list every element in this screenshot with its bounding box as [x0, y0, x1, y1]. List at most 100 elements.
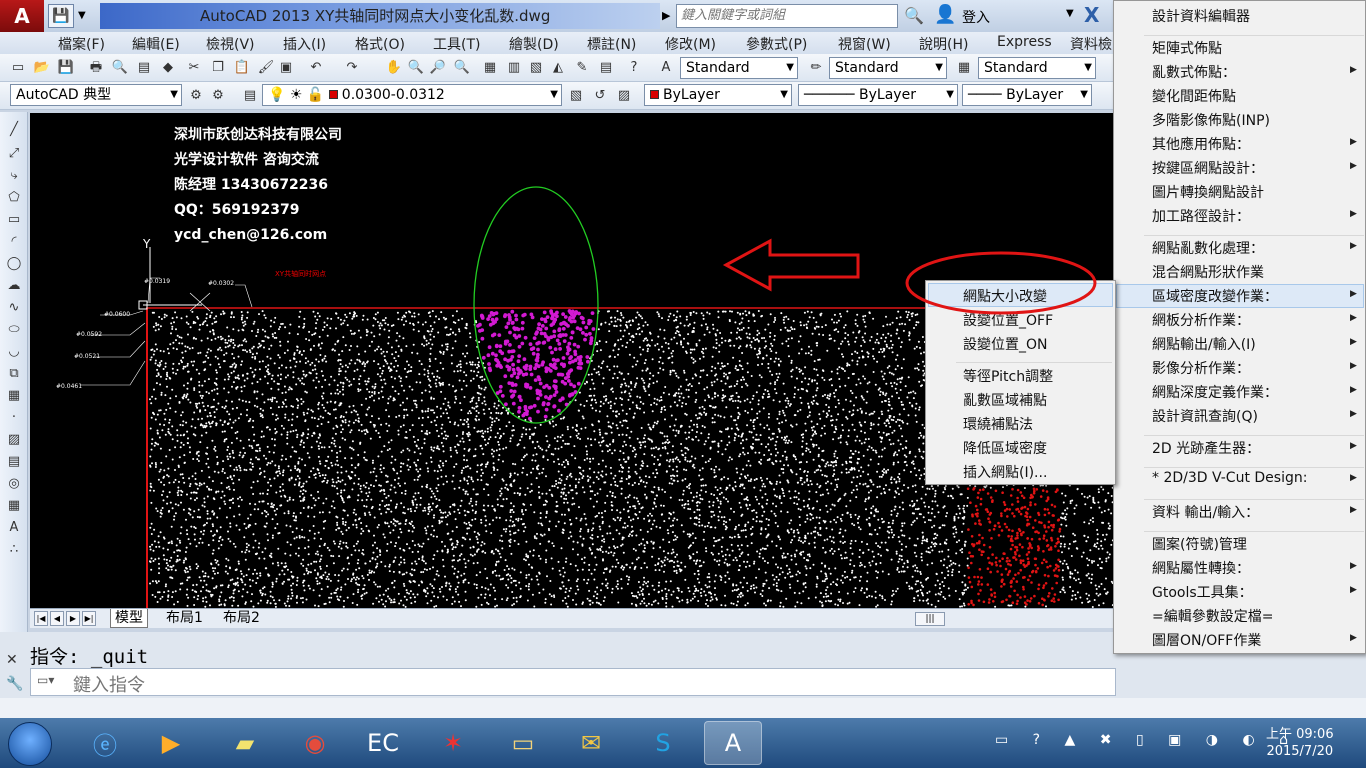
copy-icon[interactable]: ❐ [208, 59, 228, 77]
rectangle-icon[interactable]: ▭ [4, 212, 24, 230]
layer-select[interactable]: 💡 ☀ 🔓 0.0300-0.0312 ▼ [262, 84, 562, 106]
white-dot [899, 316, 902, 319]
menu-file[interactable]: 檔案(F) [58, 34, 105, 54]
color-select[interactable]: ByLayer ▼ [644, 84, 792, 106]
menu-draw[interactable]: 繪製(D) [509, 34, 559, 54]
workspace-settings-icon[interactable]: ⚙ [186, 87, 206, 105]
help-icon[interactable]: ? [624, 59, 644, 77]
layer-previous-icon[interactable]: ↺ [590, 87, 610, 105]
quick-access-save-button[interactable]: 💾 [48, 4, 74, 28]
white-dot [334, 343, 337, 346]
paste-icon[interactable]: 📋 [232, 59, 252, 77]
white-dot [681, 599, 684, 602]
3d-dwf-icon[interactable]: ◆ [158, 59, 178, 77]
design-center-icon[interactable]: ▥ [504, 59, 524, 77]
point-icon[interactable]: · [4, 410, 24, 428]
dim-style-select[interactable]: Standard ▼ [829, 57, 947, 79]
white-dot [300, 434, 303, 437]
menu-parametric[interactable]: 參數式(P) [746, 34, 807, 54]
spline-icon[interactable]: ∿ [4, 300, 24, 318]
title-expand-arrow-icon[interactable]: ▶ [662, 5, 676, 27]
save-icon[interactable]: 💾 [56, 59, 76, 77]
zoom-previous-icon[interactable]: 🔍 [452, 59, 472, 77]
menu-tools[interactable]: 工具(T) [433, 34, 480, 54]
menu-data[interactable]: 資料檢 [1070, 34, 1112, 54]
white-dot [389, 488, 392, 491]
match-properties-icon[interactable]: 🖌 [256, 59, 276, 77]
undo-icon[interactable]: ↶ [306, 59, 326, 77]
menu-window[interactable]: 視窗(W) [838, 34, 891, 54]
white-dot [763, 560, 766, 563]
polygon-icon[interactable]: ⬠ [4, 190, 24, 208]
table-style-select[interactable]: Standard ▼ [978, 57, 1096, 79]
menu-help[interactable]: 說明(H) [919, 34, 968, 54]
login-label[interactable]: 登入 [962, 7, 990, 27]
line-icon[interactable]: ╱ [4, 122, 24, 140]
help-search-input[interactable]: 鍵入關鍵字或詞組 [676, 4, 898, 28]
white-dot [679, 385, 682, 388]
layer-properties-icon[interactable]: ▤ [240, 87, 260, 105]
print-icon[interactable]: 🖶 [86, 59, 106, 77]
white-dot [157, 580, 160, 583]
publish-icon[interactable]: ▤ [134, 59, 154, 77]
white-dot [874, 590, 877, 593]
user-icon[interactable]: 👤 [934, 4, 956, 25]
table-icon[interactable]: ▦ [4, 498, 24, 516]
zoom-realtime-icon[interactable]: 🔍 [406, 59, 426, 77]
sheet-set-icon[interactable]: ◭ [548, 59, 568, 77]
tool-palettes-icon[interactable]: ▧ [526, 59, 546, 77]
zoom-window-icon[interactable]: 🔎 [428, 59, 448, 77]
login-dropdown-icon[interactable]: ▼ [1066, 8, 1074, 19]
layer-match-icon[interactable]: ▨ [614, 87, 634, 105]
text-style-icon[interactable]: A [656, 59, 676, 77]
make-current-layer-icon[interactable]: ▧ [566, 87, 586, 105]
polyline-icon[interactable]: ⤷ [4, 168, 24, 186]
dim-style-icon[interactable]: ✏ [806, 59, 826, 77]
menu-edit[interactable]: 編輯(E) [132, 34, 180, 54]
redo-icon[interactable]: ↷ [342, 59, 362, 77]
binoculars-search-icon[interactable]: 🔍 [904, 6, 924, 25]
menu-format[interactable]: 格式(O) [355, 34, 405, 54]
make-block-icon[interactable]: ▦ [4, 388, 24, 406]
white-dot [804, 565, 807, 568]
add-selected-icon[interactable]: ∴ [4, 542, 24, 560]
calculator-icon[interactable]: ▤ [596, 59, 616, 77]
block-editor-icon[interactable]: ▣ [276, 59, 296, 77]
open-file-icon[interactable]: 📂 [32, 59, 52, 77]
white-dot [593, 430, 596, 433]
properties-icon[interactable]: ▦ [480, 59, 500, 77]
ellipse-arc-icon[interactable]: ◡ [4, 344, 24, 362]
construction-line-icon[interactable]: ⤢ [4, 146, 24, 164]
arc-icon[interactable]: ◜ [4, 234, 24, 252]
hatch-icon[interactable]: ▨ [4, 432, 24, 450]
white-dot [661, 589, 663, 592]
quick-access-dropdown-icon[interactable]: ▼ [78, 4, 94, 28]
table-style-icon[interactable]: ▦ [954, 59, 974, 77]
white-dot [624, 526, 627, 529]
text-style-select[interactable]: Standard ▼ [680, 57, 798, 79]
menu-view[interactable]: 檢視(V) [206, 34, 255, 54]
print-preview-icon[interactable]: 🔍 [110, 59, 130, 77]
markup-icon[interactable]: ✎ [572, 59, 592, 77]
multiline-text-icon[interactable]: A [4, 520, 24, 538]
exchange-x-icon[interactable]: X [1084, 3, 1099, 27]
menu-dimension[interactable]: 標註(N) [587, 34, 636, 54]
insert-block-icon[interactable]: ⧉ [4, 366, 24, 384]
menu-express[interactable]: Express [997, 34, 1052, 50]
workspace-select[interactable]: AutoCAD 典型 ▼ [10, 84, 182, 106]
revision-cloud-icon[interactable]: ☁ [4, 278, 24, 296]
workspace-gear-icon[interactable]: ⚙ [208, 87, 228, 105]
gradient-icon[interactable]: ▤ [4, 454, 24, 472]
menu-insert[interactable]: 插入(I) [283, 34, 326, 54]
ellipse-icon[interactable]: ⬭ [4, 322, 24, 340]
menu-modify[interactable]: 修改(M) [665, 34, 716, 54]
white-dot [881, 436, 884, 439]
linetype-select[interactable]: ────── ByLayer ▼ [798, 84, 958, 106]
region-icon[interactable]: ◎ [4, 476, 24, 494]
autocad-app-menu-button[interactable]: A [0, 0, 44, 32]
new-file-icon[interactable]: ▭ [8, 59, 28, 77]
lineweight-select[interactable]: ──── ByLayer ▼ [962, 84, 1092, 106]
pan-icon[interactable]: ✋ [384, 59, 404, 77]
circle-icon[interactable]: ◯ [4, 256, 24, 274]
cut-icon[interactable]: ✂ [184, 59, 204, 77]
